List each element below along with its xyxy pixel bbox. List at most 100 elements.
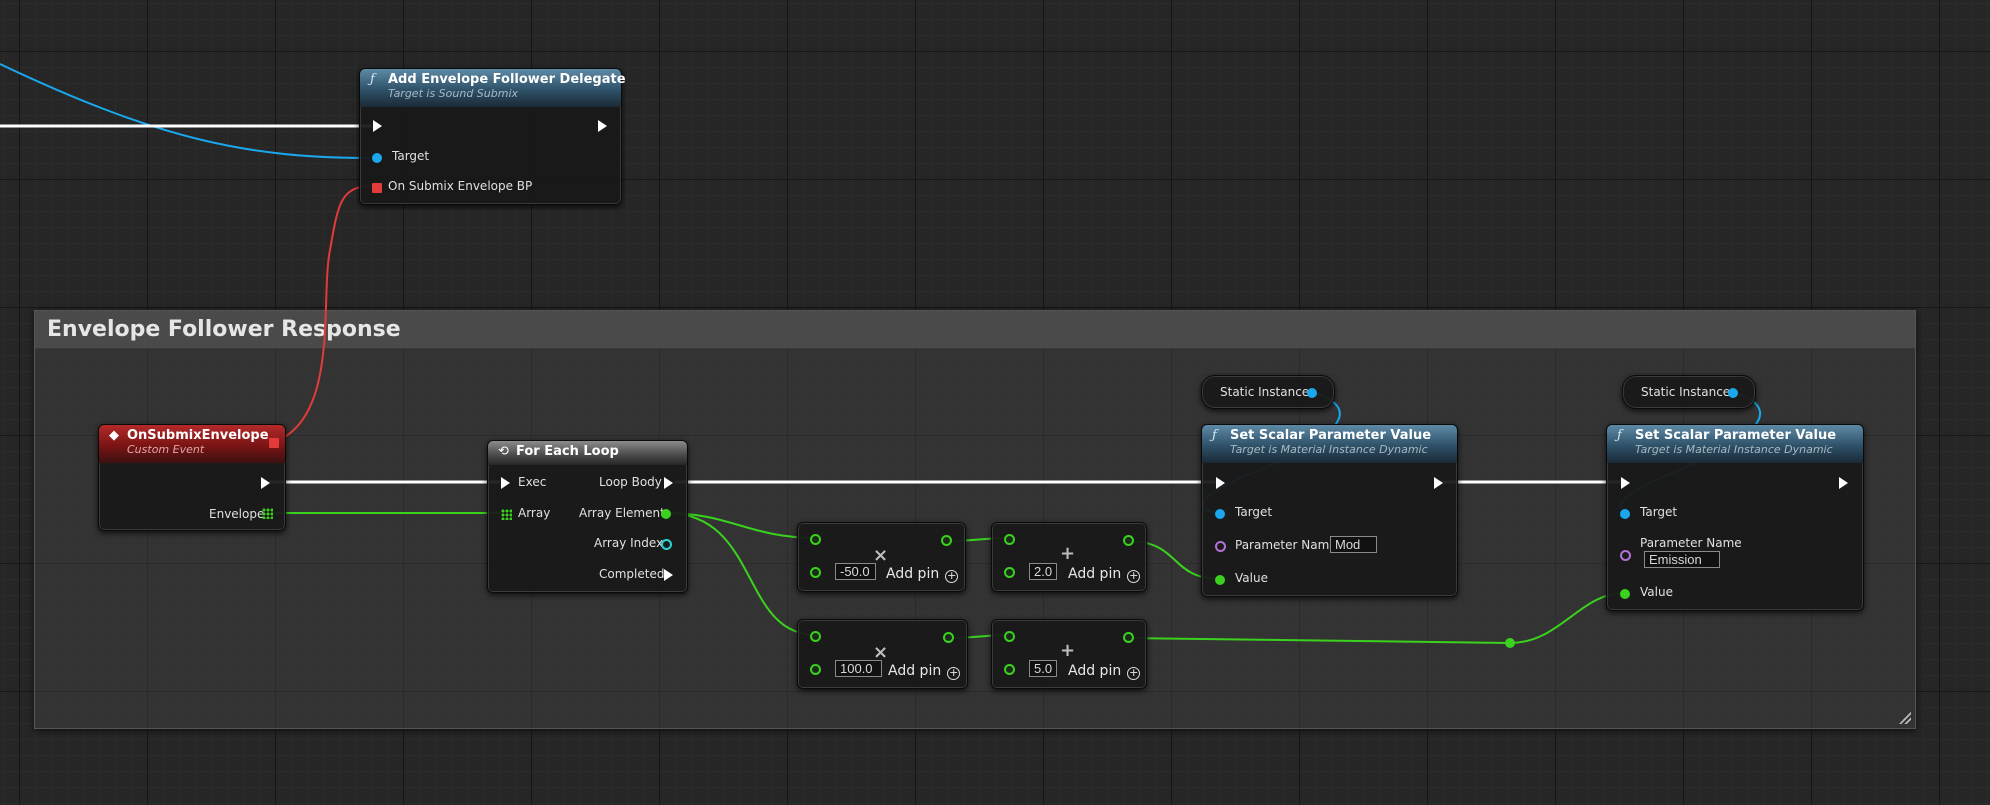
exec-in-pin[interactable] [1621,477,1630,489]
loop-icon: ⟲ [498,444,509,459]
node-header: ƒ Add Envelope Follower Delegate Target … [360,69,626,107]
parameter-name-label: Parameter Name [1235,538,1337,552]
delegate-out-pin[interactable] [269,438,279,448]
add-pin-label: Add pin [1068,663,1122,679]
input-a-pin[interactable] [810,534,821,545]
target-pin[interactable] [372,153,382,163]
output-pin[interactable] [941,535,952,546]
input-a-pin[interactable] [810,631,821,642]
exec-in-pin[interactable] [1216,477,1225,489]
value-label: Value [1235,571,1268,585]
parameter-name-pin[interactable] [1215,541,1226,552]
add-pin-plus-icon: + [947,666,961,680]
node-title: For Each Loop [516,444,619,459]
output-pin[interactable] [943,632,954,643]
delegate-label: On Submix Envelope BP [388,179,533,193]
function-icon: ƒ [1212,428,1217,443]
value-pin[interactable] [1620,589,1630,599]
input-b-pin[interactable] [810,567,821,578]
exec-label: Exec [518,475,547,489]
input-a-pin[interactable] [1004,534,1015,545]
static-instance-out-pin[interactable] [1728,388,1738,398]
node-title: Add Envelope Follower Delegate [388,72,626,87]
exec-in-pin[interactable] [373,120,382,132]
add-pin-button[interactable]: Add pin + [1068,566,1141,583]
value-label: Value [1640,585,1673,599]
multiply-value-field[interactable] [835,660,882,677]
array-in-pin[interactable] [501,509,512,520]
delegate-pin[interactable] [372,183,382,193]
array-element-label: Array Element [579,506,665,520]
add-value-field[interactable] [1029,660,1057,677]
static-instance-label: Static Instance [1220,385,1310,399]
node-multiply-1[interactable]: × Add pin+ [797,522,966,592]
add-pin-plus-icon: + [1127,666,1141,680]
exec-out-pin[interactable] [598,120,607,132]
node-header: ƒ Set Scalar Parameter Value Target is M… [1202,425,1457,463]
parameter-name-field[interactable] [1330,536,1377,553]
node-add-2[interactable]: + Add pin + [991,619,1147,689]
node-title: Set Scalar Parameter Value [1635,428,1837,443]
exec-out-pin[interactable] [1839,477,1848,489]
parameter-name-field[interactable] [1644,551,1720,568]
multiply-value-field[interactable] [835,563,876,580]
output-pin[interactable] [1123,632,1134,643]
target-label: Target [392,149,430,163]
function-icon: ƒ [1617,428,1622,443]
comment-title[interactable]: Envelope Follower Response [35,311,1915,349]
comment-resize-handle[interactable] [1899,712,1911,724]
output-pin[interactable] [1123,535,1134,546]
node-title: OnSubmixEnvelope [127,428,269,443]
input-b-pin[interactable] [810,664,821,675]
target-label: Target [1640,505,1678,519]
exec-out-pin[interactable] [1434,477,1443,489]
function-icon: ƒ [370,72,375,87]
node-set-scalar-parameter-2[interactable]: ƒ Set Scalar Parameter Value Target is M… [1606,424,1864,611]
node-static-instance-2[interactable]: Static Instance [1622,375,1756,409]
node-subtitle: Custom Event [127,443,205,456]
static-instance-out-pin[interactable] [1307,388,1317,398]
exec-in-pin[interactable] [501,477,510,489]
input-a-pin[interactable] [1004,631,1015,642]
node-add-envelope-follower-delegate[interactable]: ƒ Add Envelope Follower Delegate Target … [359,68,626,205]
target-pin[interactable] [1215,509,1225,519]
add-icon: + [1060,640,1076,661]
add-value-field[interactable] [1029,563,1057,580]
array-label: Array [518,506,551,520]
exec-out-pin[interactable] [261,477,270,489]
envelope-label: Envelope [209,507,265,521]
node-subtitle: Target is Sound Submix [388,87,519,100]
node-on-submix-envelope[interactable]: ◆ OnSubmixEnvelope Custom Event Envelope [98,424,286,531]
array-index-pin[interactable] [661,539,672,550]
node-subtitle: Target is Material Instance Dynamic [1635,443,1833,456]
node-for-each-loop[interactable]: ⟲ For Each Loop Exec Loop Body Array Arr… [487,440,688,593]
add-pin-label: Add pin [1068,566,1122,582]
target-pin[interactable] [1620,509,1630,519]
add-pin-plus-icon: + [1127,569,1141,583]
static-instance-label: Static Instance [1641,385,1731,399]
completed-pin[interactable] [664,569,673,581]
input-b-pin[interactable] [1004,567,1015,578]
target-label: Target [1235,505,1273,519]
array-out-pin[interactable] [262,508,273,519]
node-header: ◆ OnSubmixEnvelope Custom Event [99,425,285,463]
node-header: ƒ Set Scalar Parameter Value Target is M… [1607,425,1863,463]
input-b-pin[interactable] [1004,664,1015,675]
loop-body-pin[interactable] [664,477,673,489]
node-subtitle: Target is Material Instance Dynamic [1230,443,1428,456]
node-add-1[interactable]: + Add pin + [991,522,1147,592]
array-index-label: Array Index [594,536,664,550]
node-static-instance-1[interactable]: Static Instance [1201,375,1335,409]
value-pin[interactable] [1215,575,1225,585]
add-pin-button[interactable]: Add pin + [886,566,959,583]
event-icon: ◆ [109,428,119,443]
parameter-name-pin[interactable] [1620,550,1631,561]
add-pin-button[interactable]: Add pin + [888,663,961,680]
node-multiply-2[interactable]: × Add pin+ [797,619,968,689]
completed-label: Completed [599,567,665,581]
node-title: Set Scalar Parameter Value [1230,428,1432,443]
node-set-scalar-parameter-1[interactable]: ƒ Set Scalar Parameter Value Target is M… [1201,424,1458,597]
add-pin-button[interactable]: Add pin + [1068,663,1141,680]
array-element-pin[interactable] [661,509,671,519]
node-header: ⟲ For Each Loop [488,441,687,465]
